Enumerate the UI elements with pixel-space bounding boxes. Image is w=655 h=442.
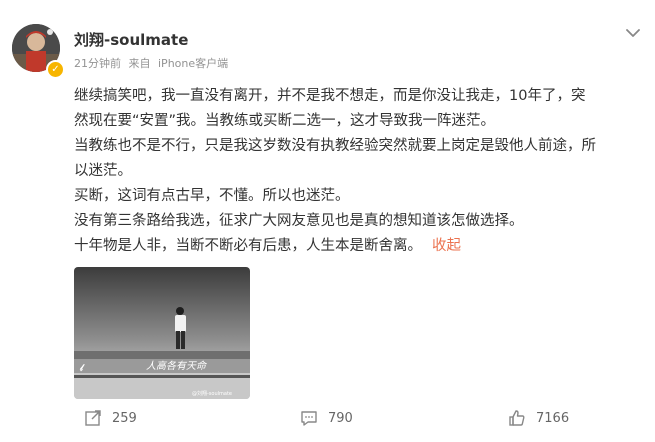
content-line: 以迷茫。	[74, 163, 132, 179]
comment-icon	[301, 411, 317, 426]
like-button[interactable]: 7166	[508, 409, 569, 427]
comment-button[interactable]: 790	[300, 409, 353, 427]
collapse-link[interactable]: 收起	[432, 238, 461, 254]
like-count: 7166	[536, 410, 570, 426]
image-calligraphy: 人高各有天命	[146, 360, 208, 372]
post-content: 继续搞笑吧，我一直没有离开，并不是我不想走，而是你没让我走，10年了，突 然现在…	[74, 84, 634, 259]
repost-icon	[85, 410, 101, 426]
thumbs-up-icon	[509, 410, 525, 426]
weibo-post-card: ✓ 刘翔-soulmate 21分钟前 来自 iPhone客户端 继续搞笑吧，我…	[0, 0, 655, 442]
content-line: 买断，这词有点古早，不懂。所以也迷茫。	[74, 188, 350, 204]
comment-count: 790	[328, 410, 353, 426]
content-line: 十年物是人非，当断不断必有后患，人生本是断舍离。	[74, 238, 422, 254]
image-watermark: @刘翔-soulmate	[192, 390, 232, 397]
author-name[interactable]: 刘翔-soulmate	[74, 29, 188, 50]
action-bar: 259 790 7166	[0, 405, 655, 435]
source-prefix: 来自	[128, 57, 151, 70]
verified-badge-icon: ✓	[46, 60, 65, 79]
content-line: 没有第三条路给我选，征求广大网友意见也是真的想知道该怎做选择。	[74, 213, 524, 229]
content-line: 当教练也不是不行，只是我这岁数没有执教经验突然就要上岗定是毁他人前途，所	[74, 138, 596, 154]
repost-button[interactable]: 259	[84, 409, 137, 427]
chevron-down-icon[interactable]	[624, 24, 642, 42]
post-meta: 21分钟前 来自 iPhone客户端	[74, 55, 232, 71]
content-line-last: 十年物是人非，当断不断必有后患，人生本是断舍离。 收起	[74, 234, 634, 259]
post-source: iPhone客户端	[158, 57, 229, 70]
content-line: 继续搞笑吧，我一直没有离开，并不是我不想走，而是你没让我走，10年了，突	[74, 88, 586, 104]
post-time[interactable]: 21分钟前	[74, 57, 121, 70]
post-image[interactable]: 人高各有天命 𝓁 @刘翔-soulmate	[74, 267, 250, 399]
repost-count: 259	[112, 410, 137, 426]
content-line: 然现在要“安置”我。当教练或买断二选一，这才导致我一阵迷茫。	[74, 113, 496, 129]
